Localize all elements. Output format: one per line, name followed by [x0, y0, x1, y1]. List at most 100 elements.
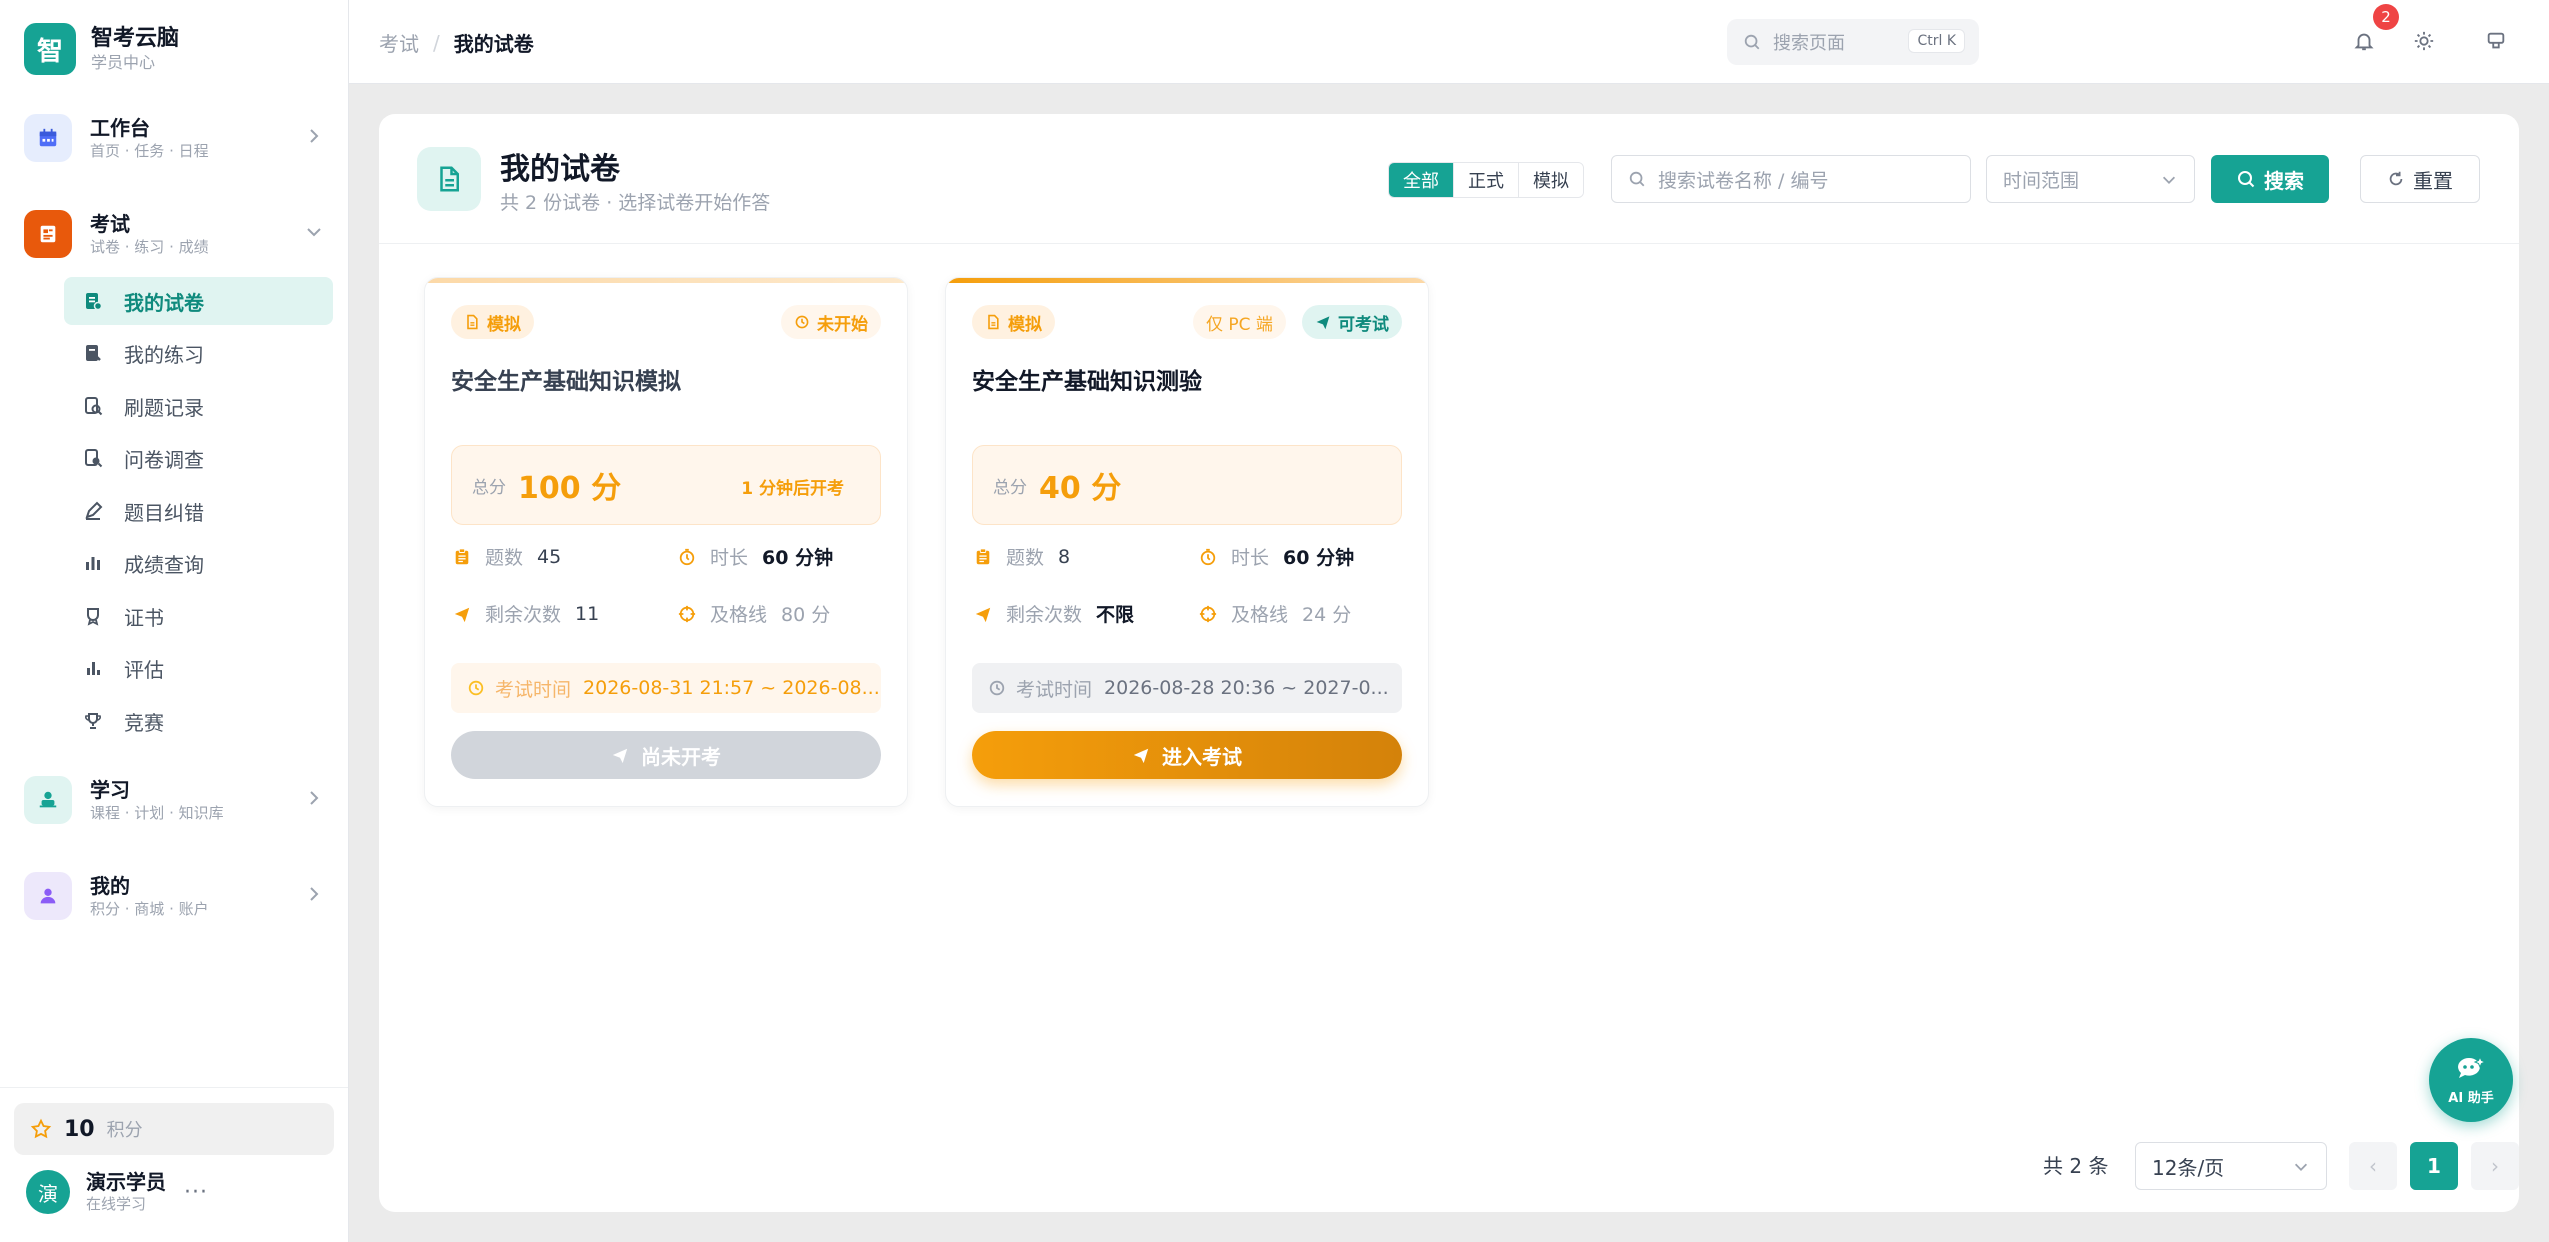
- nav-subtitle: 课程 · 计划 · 知识库: [90, 804, 224, 822]
- sidebar-item-label: 刷题记录: [124, 395, 204, 420]
- time-range-placeholder: 时间范围: [2003, 169, 2080, 192]
- avatar: 演: [26, 1170, 70, 1214]
- timer-icon: [676, 546, 698, 568]
- breadcrumb-parent[interactable]: 考试: [379, 28, 419, 57]
- sidebar-item-label: 成绩查询: [124, 552, 204, 577]
- type-filter: 全部 正式 模拟: [1388, 162, 1584, 198]
- practice-icon: [82, 342, 104, 364]
- sidebar-item-contest[interactable]: 竞赛: [64, 697, 333, 745]
- meta-duration: 时长 60 分钟: [1197, 543, 1354, 570]
- clipboard-icon: [972, 546, 994, 568]
- nav-workbench[interactable]: 工作台 首页 · 任务 · 日程: [24, 110, 324, 166]
- nav-study[interactable]: 学习 课程 · 计划 · 知识库: [24, 772, 324, 828]
- chevron-down-icon: [307, 228, 321, 237]
- nav-exam[interactable]: 考试 试卷 · 练习 · 成绩: [24, 206, 324, 262]
- reset-button-label: 重置: [2413, 168, 2453, 193]
- record-icon: [82, 395, 104, 417]
- nav-subtitle: 首页 · 任务 · 日程: [90, 142, 209, 160]
- target-icon: [676, 603, 698, 625]
- breadcrumb-current: 我的试卷: [453, 32, 534, 56]
- send-icon: [1133, 748, 1149, 764]
- send-icon: [1316, 316, 1330, 330]
- page-number-button[interactable]: 1: [2410, 1142, 2458, 1190]
- paper-card[interactable]: 模拟 仅 PC 端 可考试 安全生产基础知识测验 总分 40 分 题数 8 时长 6…: [945, 277, 1429, 807]
- nav-title: 考试: [90, 212, 130, 236]
- search-icon: [1629, 171, 1645, 187]
- user-profile[interactable]: 演 演示学员 在线学习 ···: [26, 1170, 326, 1214]
- search-button[interactable]: 搜索: [2211, 155, 2329, 203]
- clipboard-icon: [451, 546, 473, 568]
- survey-icon: [82, 447, 104, 469]
- chevron-down-icon: [2294, 1163, 2308, 1171]
- page-size-select[interactable]: 12条/页: [2135, 1142, 2327, 1190]
- filter-all[interactable]: 全部: [1389, 163, 1454, 197]
- page-search[interactable]: 搜索页面 Ctrl K: [1727, 19, 1979, 65]
- sidebar-item-certificate[interactable]: 证书: [64, 592, 333, 640]
- ai-assistant-button[interactable]: AI 助手: [2429, 1038, 2513, 1122]
- paper-search-placeholder: 搜索试卷名称 / 编号: [1658, 169, 1829, 192]
- points-label: 积分: [106, 1120, 143, 1141]
- shortcut-hint: Ctrl K: [1908, 29, 1965, 53]
- nav-subtitle: 试卷 · 练习 · 成绩: [90, 238, 209, 256]
- search-icon: [1744, 34, 1760, 50]
- nav-title: 我的: [90, 874, 130, 898]
- score-value: 100 分: [518, 471, 622, 506]
- status-badge: 未开始: [781, 305, 881, 339]
- filter-formal[interactable]: 正式: [1454, 163, 1519, 197]
- score-box: 总分 40 分: [972, 445, 1402, 525]
- exam-time: 考试时间 2026-08-28 20:36 ~ 2027-0...: [972, 663, 1402, 713]
- reset-button[interactable]: 重置: [2360, 155, 2480, 203]
- certificate-icon: [82, 605, 104, 627]
- refresh-icon: [2389, 171, 2403, 186]
- sidebar-item-label: 证书: [124, 605, 164, 630]
- calendar-icon: [24, 114, 72, 162]
- sidebar-item-my-practice[interactable]: 我的练习: [64, 329, 333, 377]
- page-subtitle: 共 2 份试卷 · 选择试卷开始作答: [500, 192, 771, 214]
- time-range-select[interactable]: 时间范围: [1986, 155, 2195, 203]
- sidebar-item-records[interactable]: 刷题记录: [64, 382, 333, 430]
- sidebar-item-assess[interactable]: 评估: [64, 644, 333, 692]
- card-title: 安全生产基础知识测验: [972, 369, 1202, 395]
- sidebar-item-label: 我的试卷: [124, 290, 204, 315]
- theme-icon[interactable]: [2483, 28, 2509, 54]
- meta-pass-line: 及格线 24 分: [1197, 600, 1351, 627]
- exam-time: 考试时间 2026-08-31 21:57 ~ 2026-08...: [451, 663, 881, 713]
- star-icon: [30, 1118, 52, 1139]
- paper-search-input[interactable]: 搜索试卷名称 / 编号: [1611, 155, 1971, 203]
- top-header: 考试 / 我的试卷: [349, 0, 2549, 84]
- sun-icon[interactable]: [2411, 28, 2437, 54]
- not-started-button[interactable]: 尚未开考: [451, 731, 881, 779]
- points-card[interactable]: 10 积分: [14, 1103, 334, 1155]
- brand-title: 智考云脑: [91, 26, 180, 51]
- page-title: 我的试卷: [500, 152, 620, 187]
- paper-card[interactable]: 模拟 未开始 安全生产基础知识模拟 总分 100 分 1 分钟后开考 题数 45 …: [424, 277, 908, 807]
- prev-page-button[interactable]: ‹: [2349, 1142, 2397, 1190]
- type-tag: 模拟: [451, 305, 534, 339]
- user-name: 演示学员: [86, 1170, 166, 1194]
- filter-mock[interactable]: 模拟: [1519, 163, 1583, 197]
- clock-icon: [989, 680, 1005, 696]
- enter-exam-button[interactable]: 进入考试: [972, 731, 1402, 779]
- bell-icon[interactable]: [2351, 28, 2377, 54]
- status-badge: 可考试: [1302, 305, 1402, 339]
- type-tag: 模拟: [972, 305, 1055, 339]
- assess-icon: [82, 657, 104, 679]
- meta-questions: 题数 8: [972, 543, 1070, 570]
- score-label: 总分: [993, 477, 1027, 498]
- chevron-right-icon: [310, 791, 319, 805]
- pen-icon: [82, 500, 104, 522]
- send-icon: [972, 603, 994, 625]
- sidebar-item-survey[interactable]: 问卷调查: [64, 434, 333, 482]
- brand[interactable]: 智 智考云脑 学员中心: [24, 23, 179, 75]
- meta-attempts: 剩余次数 11: [451, 600, 599, 627]
- next-page-button[interactable]: ›: [2471, 1142, 2519, 1190]
- sidebar-item-scores[interactable]: 成绩查询: [64, 539, 333, 587]
- more-icon[interactable]: ···: [184, 1180, 208, 1205]
- clock-icon: [468, 680, 484, 696]
- bar-chart-icon: [82, 552, 104, 574]
- sidebar-item-my-papers[interactable]: 我的试卷: [64, 277, 333, 325]
- chevron-right-icon: [310, 887, 319, 901]
- sidebar-item-correction[interactable]: 题目纠错: [64, 487, 333, 535]
- nav-mine[interactable]: 我的 积分 · 商城 · 账户: [24, 868, 324, 924]
- points-value: 10: [64, 1116, 95, 1142]
